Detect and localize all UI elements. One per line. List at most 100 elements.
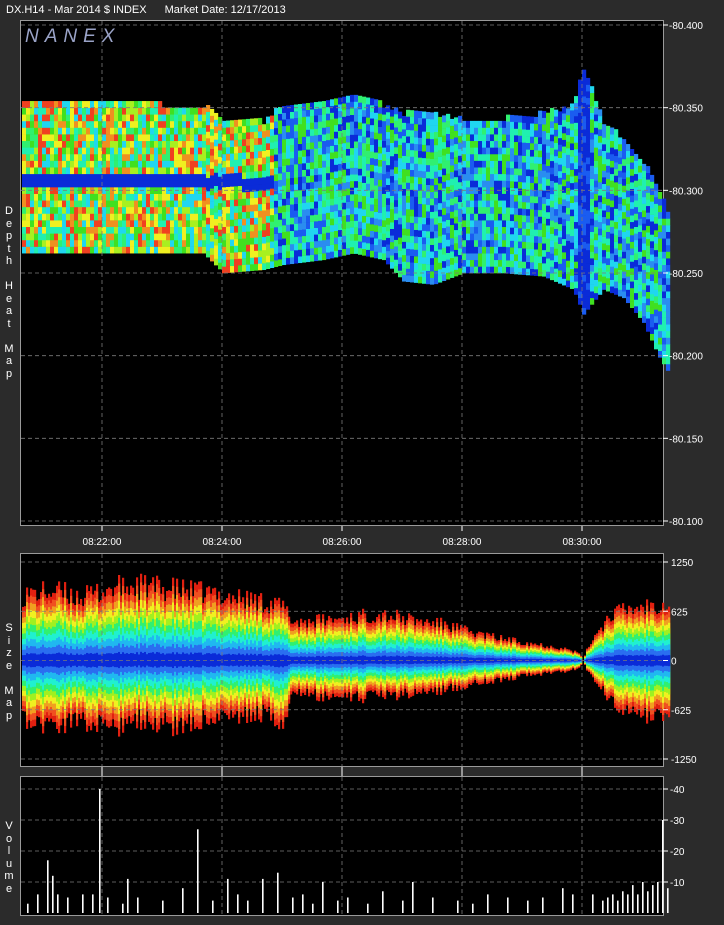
heat-cell [462,246,467,254]
heat-cell [206,157,211,165]
heat-cell [234,205,239,213]
heat-cell [562,205,567,213]
heat-cell [338,143,343,151]
heat-cell [598,215,603,223]
heat-cell [342,235,347,243]
heat-cell [222,253,227,261]
heat-cell [54,213,59,221]
heat-cell [638,225,643,232]
heat-cell [394,127,399,135]
heat-cell [434,171,439,179]
heat-cell [286,191,291,199]
heat-cell [626,190,631,198]
heat-cell [426,244,431,252]
heat-cell [30,180,35,188]
heat-cell [390,222,395,229]
heat-cell [546,152,551,160]
heat-cell [134,153,139,161]
size-bar [116,653,119,668]
heat-cell [290,217,295,225]
heat-cell [490,140,495,148]
heat-cell [470,173,475,181]
heat-cell [242,139,247,146]
heat-cell [82,114,87,122]
heat-cell [330,152,335,160]
heat-cell [550,147,555,155]
heat-cell [266,222,271,230]
heat-cell [174,180,179,188]
heat-cell [254,177,259,185]
heat-cell [414,209,419,217]
heat-cell [54,114,59,122]
heat-cell [298,110,303,118]
heat-cell [70,147,75,155]
heat-cell [30,107,35,115]
heat-cell [298,249,303,257]
heat-cell [138,114,143,122]
heat-cell [366,249,371,257]
heat-cell [218,202,223,210]
heat-cell [262,230,267,237]
heat-cell [354,161,359,168]
heat-cell [266,262,271,270]
size-bar [156,652,159,668]
heat-cell [70,213,75,221]
heat-cell [546,225,551,233]
heat-cell [658,311,663,318]
heat-cell [338,203,343,211]
heat-cell [466,140,471,148]
heat-cell [642,210,647,218]
heat-cell [554,255,559,263]
heat-cell [382,140,387,148]
heat-cell [322,213,327,221]
heat-cell [602,183,607,191]
heat-cell [42,180,47,188]
heat-cell [230,186,235,194]
heat-cell [550,154,555,162]
heat-cell [602,137,607,145]
heat-cell [174,233,179,241]
heat-cell [458,267,463,275]
heat-cell [470,213,475,221]
heat-cell [30,114,35,122]
heat-cell [286,211,291,219]
heat-cell [646,311,651,319]
heat-cell [658,344,663,352]
heat-cell [390,175,395,183]
heat-cell [530,229,535,236]
heat-cell [62,160,67,168]
heat-cell [42,233,47,241]
heat-cell [538,176,543,184]
heat-cell [586,77,591,85]
heat-cell [606,165,611,173]
heat-cell [202,107,207,115]
heat-cell [342,142,347,150]
heat-cell [578,205,583,213]
heat-cell [462,266,467,274]
heat-cell [42,120,47,128]
heat-cell [126,107,131,115]
heat-cell [150,200,155,208]
heat-cell [458,241,463,249]
heat-cell [86,239,91,247]
heat-cell [70,134,75,142]
heat-cell [194,173,199,181]
heat-cell [666,330,671,338]
heat-cell [482,206,487,214]
heat-cell [402,208,407,216]
heat-cell [282,231,287,239]
heat-cell [182,206,187,214]
heat-cell [422,124,427,132]
heat-cell [606,225,611,232]
heat-cell [66,173,71,181]
heat-cell [246,251,251,259]
heat-cell [462,220,467,228]
heat-cell [446,265,451,273]
heat-cell [662,198,667,206]
heat-cell [602,190,607,198]
heat-cell [578,79,583,87]
heat-cell [42,147,47,155]
heat-cell [66,233,71,241]
heat-cell [142,206,147,214]
heat-cell [502,259,507,267]
